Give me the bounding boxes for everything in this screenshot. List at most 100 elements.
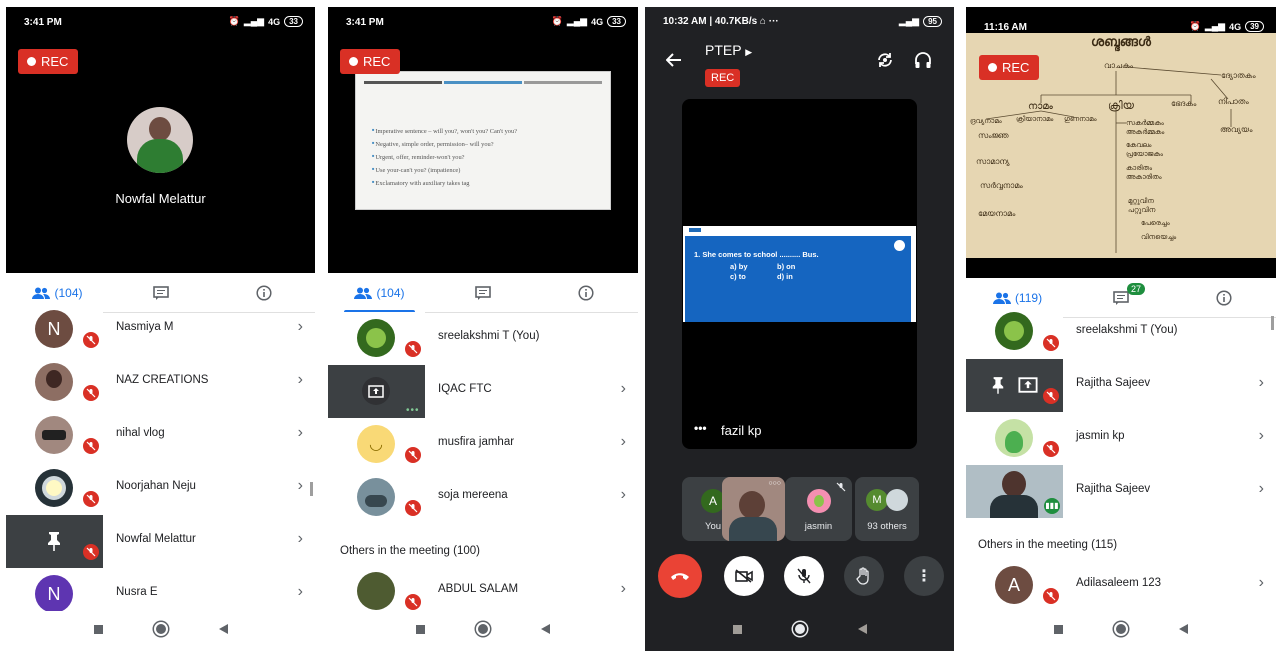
more-dots-icon[interactable]: ••• <box>694 421 707 435</box>
home-button[interactable] <box>1114 622 1128 636</box>
recents-button[interactable] <box>733 625 742 634</box>
network-label: 4G <box>268 16 281 27</box>
chevron-right-icon[interactable]: › <box>298 371 303 389</box>
list-item[interactable]: ▮▮▮ Rajitha Sajeev › <box>966 465 1276 518</box>
chevron-right-icon[interactable]: › <box>621 486 626 504</box>
list-item[interactable]: sreelakshmi T (You) <box>966 306 1276 359</box>
status-time: 3:41 PM <box>24 17 62 28</box>
battery-icon: 39 <box>1245 21 1264 32</box>
list-item[interactable]: ••• IQAC FTC › <box>328 365 638 418</box>
others-heading: Others in the meeting (100) <box>340 545 480 557</box>
meeting-title[interactable]: PTEP ▶ <box>705 42 752 58</box>
tab-people[interactable]: (104) <box>328 273 431 313</box>
phone-screen-3: 10:32 AM | 40.7KB/s ⌂ ··· ▂▄▆ 95 PTEP ▶ … <box>645 7 954 651</box>
list-item[interactable]: ◡ musfira jamhar › <box>328 418 638 471</box>
tab-info[interactable] <box>534 273 637 313</box>
participant-name: nihal vlog <box>116 427 165 439</box>
people-count: (119) <box>1014 291 1043 305</box>
chevron-right-icon[interactable]: › <box>621 380 626 398</box>
chat-icon <box>1112 290 1129 305</box>
chevron-right-icon[interactable]: › <box>621 433 626 451</box>
participant-tile-others[interactable]: M 93 others <box>855 477 919 541</box>
mic-toggle-button[interactable] <box>784 556 824 596</box>
network-label: 4G <box>1229 21 1242 32</box>
participant-name: Rajitha Sajeev <box>1076 377 1151 389</box>
chat-icon <box>474 285 491 300</box>
chevron-right-icon[interactable]: › <box>621 580 626 598</box>
list-item[interactable]: N Nasmiya M › <box>6 303 315 356</box>
avatar <box>886 489 908 511</box>
chevron-right-icon[interactable]: › <box>298 424 303 442</box>
info-icon <box>577 285 594 301</box>
back-arrow-icon[interactable] <box>666 53 682 67</box>
status-time: 3:41 PM <box>346 17 384 28</box>
more-options-button[interactable]: ⋮ <box>904 556 944 596</box>
participant-name: ABDUL SALAM <box>438 583 519 595</box>
list-item[interactable]: Nowfal Melattur › <box>6 515 315 568</box>
mic-off-icon <box>1043 588 1059 604</box>
android-nav-bar <box>645 611 954 651</box>
participant-tile-jasmin[interactable]: jasmin <box>785 477 852 541</box>
mic-off-icon <box>83 438 99 454</box>
scrollbar[interactable] <box>310 482 313 496</box>
list-item[interactable]: sreelakshmi T (You) <box>328 312 638 365</box>
chevron-right-icon[interactable]: › <box>1259 427 1264 445</box>
chevron-right-icon[interactable]: › <box>298 477 303 495</box>
list-item[interactable]: Rajitha Sajeev › <box>966 359 1276 412</box>
android-nav-bar <box>328 611 638 651</box>
chevron-right-icon[interactable]: › <box>1259 480 1264 498</box>
home-button[interactable] <box>793 622 807 636</box>
status-time: 11:16 AM <box>984 22 1027 33</box>
battery-icon: 33 <box>284 16 303 27</box>
home-button[interactable] <box>154 622 168 636</box>
list-item[interactable]: nihal vlog › <box>6 409 315 462</box>
list-item[interactable]: jasmin kp › <box>966 412 1276 465</box>
headphones-icon[interactable] <box>914 51 932 69</box>
participant-name: Nowfal Melattur <box>116 533 196 545</box>
battery-icon: 33 <box>607 16 626 27</box>
camera-toggle-button[interactable] <box>724 556 764 596</box>
info-icon <box>1215 290 1232 306</box>
list-item[interactable]: Noorjahan Neju › <box>6 462 315 515</box>
record-dot-icon <box>988 63 997 72</box>
chevron-right-icon[interactable]: › <box>1259 374 1264 392</box>
end-call-button[interactable] <box>658 554 702 598</box>
list-item[interactable]: NAZ CREATIONS › <box>6 356 315 409</box>
recents-button[interactable] <box>416 625 425 634</box>
chevron-right-icon[interactable]: › <box>298 318 303 336</box>
recents-button[interactable] <box>94 625 103 634</box>
speaker-name: Nowfal Melattur <box>115 191 206 206</box>
signal-icon: ▂▄▆ <box>898 16 920 26</box>
others-heading: Others in the meeting (115) <box>978 539 1118 551</box>
avatar: N <box>35 575 73 613</box>
people-icon <box>992 292 1011 304</box>
participant-tile-video[interactable]: ○○○ <box>722 477 785 541</box>
participant-name: musfira jamhar <box>438 436 515 448</box>
recents-button[interactable] <box>1054 625 1063 634</box>
recording-badge: REC <box>979 55 1040 80</box>
raise-hand-button[interactable] <box>844 556 884 596</box>
quiz-option: c) to <box>730 272 746 281</box>
camera-flip-icon[interactable] <box>876 51 894 69</box>
speaker-avatar <box>127 107 193 173</box>
chevron-right-icon[interactable]: › <box>298 583 303 601</box>
back-button[interactable] <box>1179 624 1188 634</box>
mic-off-icon <box>83 491 99 507</box>
list-item[interactable]: A Adilasaleem 123 › <box>966 559 1276 612</box>
speaking-indicator: ▮▮▮ <box>1044 498 1060 514</box>
present-screen-icon <box>1018 377 1038 393</box>
back-button[interactable] <box>858 624 867 634</box>
mic-off-icon <box>1043 388 1059 404</box>
mic-off-icon <box>83 544 99 560</box>
list-item[interactable]: soja mereena › <box>328 471 638 524</box>
scrollbar[interactable] <box>1271 316 1274 330</box>
back-button[interactable] <box>219 624 228 634</box>
tab-chat[interactable] <box>431 273 534 313</box>
home-button[interactable] <box>476 622 490 636</box>
back-button[interactable] <box>541 624 550 634</box>
people-icon <box>354 287 373 299</box>
chevron-right-icon[interactable]: › <box>298 530 303 548</box>
mic-off-icon <box>836 482 846 492</box>
chevron-right-icon[interactable]: › <box>1259 574 1264 592</box>
participant-name: Nasmiya M <box>116 321 174 333</box>
